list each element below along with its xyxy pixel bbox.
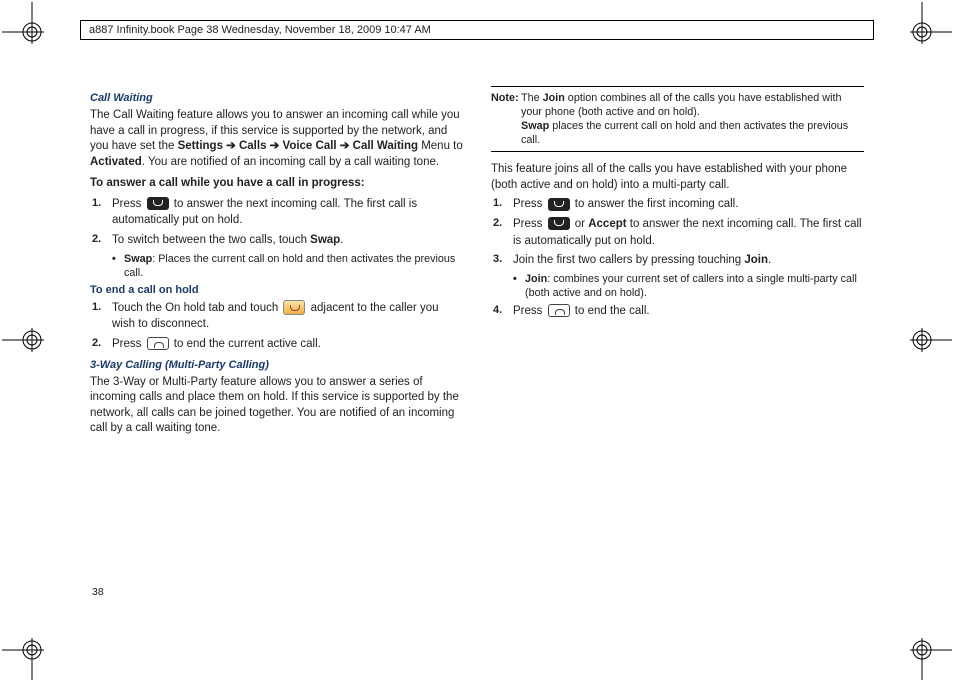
mp-step-2: 2.Press or Accept to answer the next inc… [491,216,864,249]
bullet-swap: •Swap: Places the current call on hold a… [112,252,463,280]
note-label: Note: [491,91,521,147]
mp-step-1: 1.Press to answer the first incoming cal… [491,196,864,213]
mp-step-4: 4.Press to end the call. [491,303,864,320]
para-feature-joins: This feature joins all of the calls you … [491,162,864,193]
left-column: Call Waiting The Call Waiting feature al… [90,86,463,622]
book-header: a887 Infinity.book Page 38 Wednesday, No… [80,20,874,40]
end-key-icon [548,304,570,317]
page-number: 38 [92,586,104,598]
step-2b: 2.Press to end the current active call. [90,336,463,353]
page-content: Call Waiting The Call Waiting feature al… [90,86,864,622]
mp-step-3: 3.Join the first two callers by pressing… [491,252,864,269]
step-1b: 1.Touch the On hold tab and touch adjace… [90,300,463,333]
header-text: a887 Infinity.book Page 38 Wednesday, No… [89,24,431,36]
para-call-waiting: The Call Waiting feature allows you to a… [90,108,463,170]
heading-end-hold: To end a call on hold [90,284,463,296]
heading-call-waiting: Call Waiting [90,92,463,104]
step-1: 1.Press to answer the next incoming call… [90,196,463,229]
heading-3way: 3-Way Calling (Multi-Party Calling) [90,359,463,371]
steps-answer-call: 1.Press to answer the next incoming call… [90,196,463,249]
note-box: Note: The Join option combines all of th… [491,86,864,152]
end-key-icon [147,337,169,350]
steps-multiparty: 1.Press to answer the first incoming cal… [491,196,864,269]
send-key-icon [548,217,570,230]
right-column: Note: The Join option combines all of th… [491,86,864,622]
bullet-join: •Join: combines your current set of call… [513,272,864,300]
steps-end-hold: 1.Touch the On hold tab and touch adjace… [90,300,463,353]
steps-multiparty-end: 4.Press to end the call. [491,303,864,320]
end-call-orange-icon [283,300,305,315]
send-key-icon [548,198,570,211]
send-key-icon [147,197,169,210]
step-2: 2.To switch between the two calls, touch… [90,232,463,249]
lead-answer-call: To answer a call while you have a call i… [90,176,463,192]
para-3way: The 3-Way or Multi-Party feature allows … [90,375,463,437]
